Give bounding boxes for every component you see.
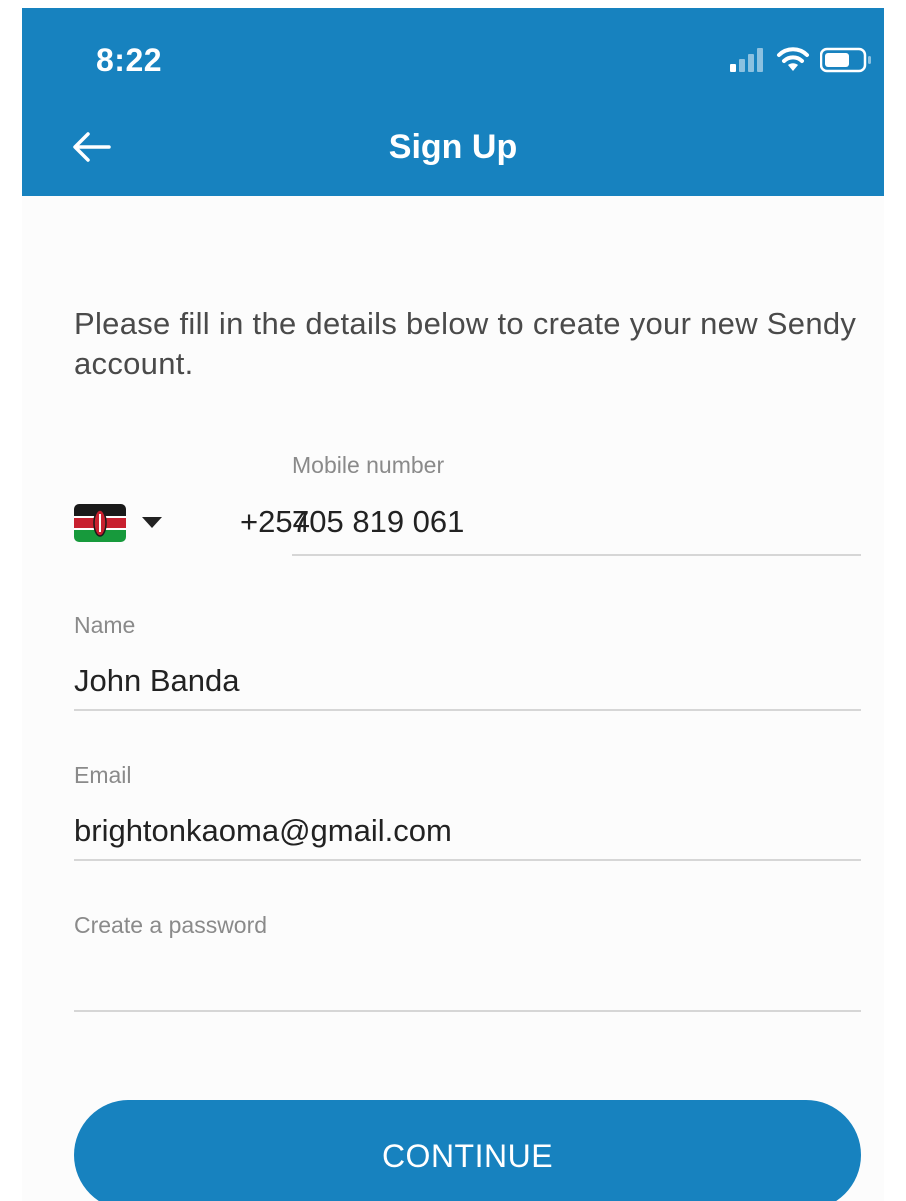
password-underline (74, 1010, 861, 1012)
name-label: Name (74, 612, 136, 638)
page-title: Sign Up (388, 128, 518, 166)
mobile-number-label: Mobile number (292, 452, 445, 478)
password-input[interactable] (74, 960, 864, 1006)
email-label: Email (74, 762, 132, 788)
password-label: Create a password (74, 912, 268, 938)
app-bar: 8:22 Sign Up (22, 8, 884, 196)
name-underline (74, 709, 861, 711)
kenya-flag-icon (74, 504, 126, 547)
battery-icon (819, 47, 872, 78)
wifi-icon (776, 46, 810, 78)
email-input[interactable]: brightonkaoma@gmail.com (74, 813, 452, 849)
country-code-picker[interactable]: +254 (74, 502, 310, 547)
chevron-down-icon (142, 516, 162, 534)
status-icons (730, 46, 872, 78)
continue-button[interactable]: CONTINUE (74, 1100, 861, 1201)
email-underline (74, 859, 861, 861)
signup-screen: 8:22 Sign Up Please fill in the details … (22, 8, 884, 1201)
mobile-number-input[interactable]: 705 819 061 (292, 504, 464, 540)
mobile-number-underline (292, 554, 861, 556)
intro-text: Please fill in the details below to crea… (74, 306, 857, 381)
status-time: 8:22 (96, 42, 163, 78)
signal-icon (730, 47, 766, 77)
name-input[interactable]: John Banda (74, 663, 239, 699)
